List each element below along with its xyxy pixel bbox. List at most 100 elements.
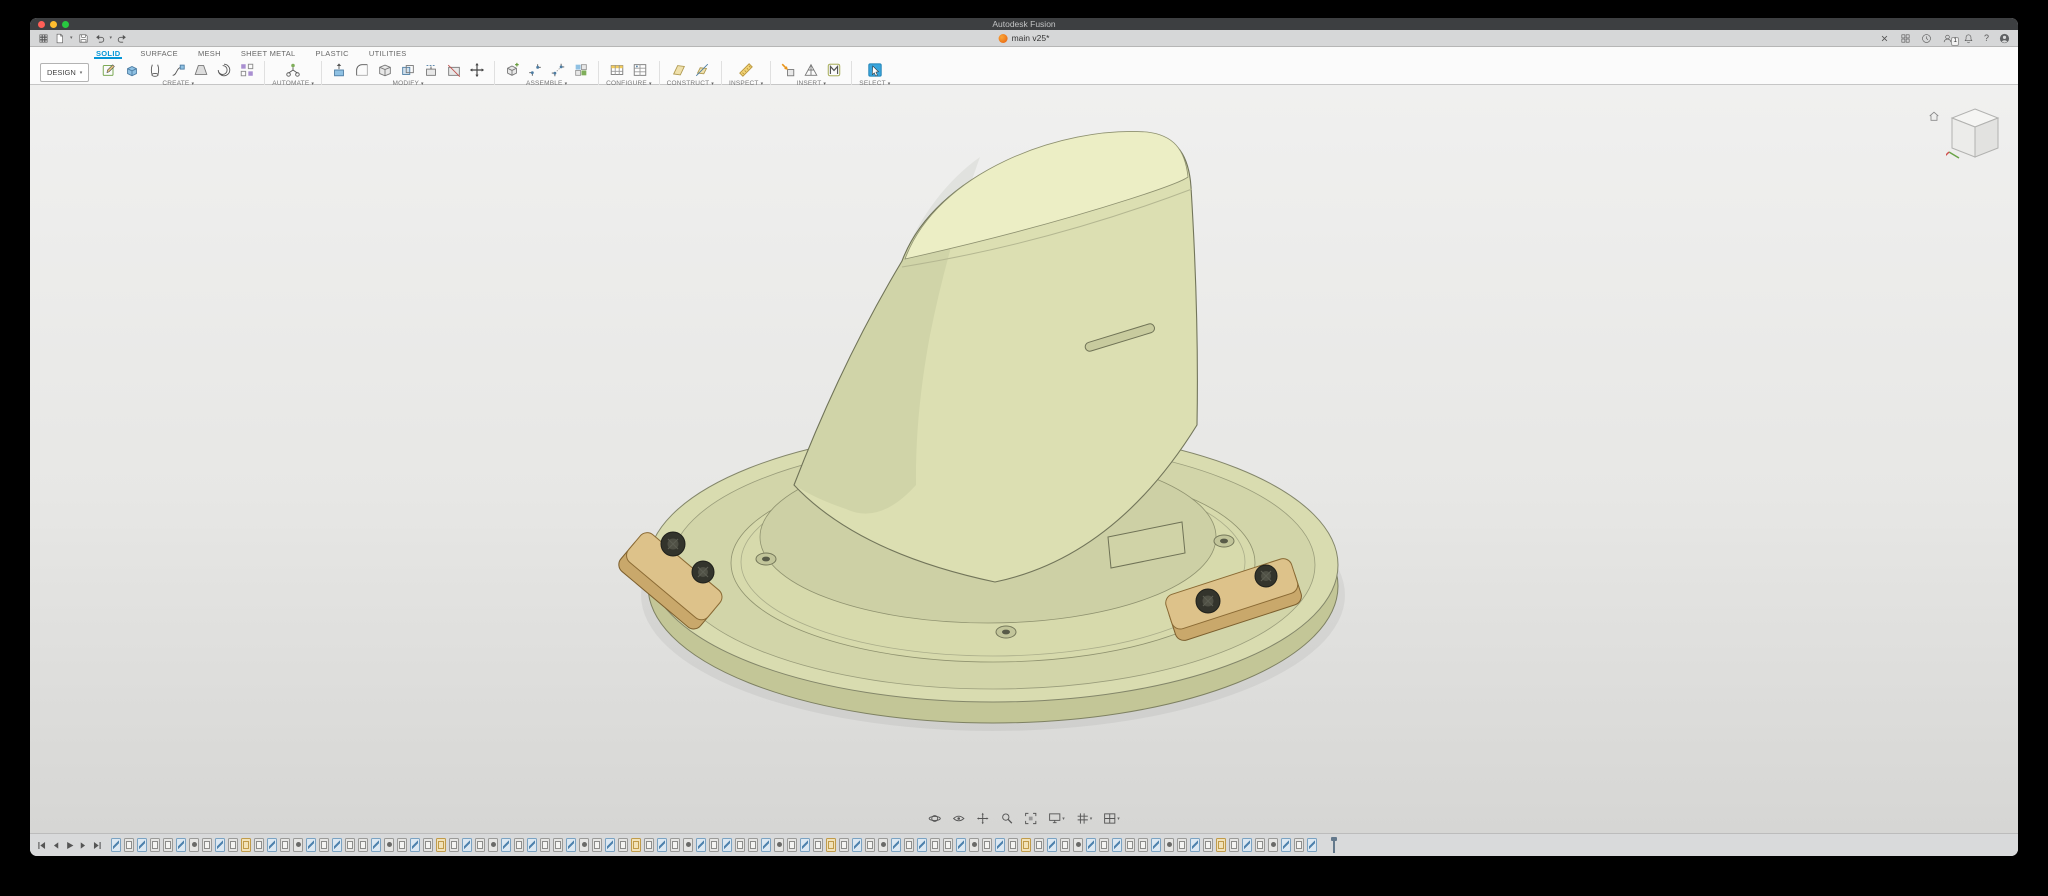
- new-component-button[interactable]: [502, 60, 522, 79]
- home-view-icon[interactable]: [1928, 109, 1940, 121]
- tab-plastic[interactable]: PLASTIC: [314, 48, 351, 59]
- timeline-feature-sketch[interactable]: [995, 838, 1005, 852]
- timeline-feature-feature[interactable]: [449, 838, 459, 852]
- timeline-feature-sketch[interactable]: [111, 838, 121, 852]
- timeline-feature-sketch[interactable]: [566, 838, 576, 852]
- timeline-feature-sketch[interactable]: [605, 838, 615, 852]
- timeline-feature-feature[interactable]: [787, 838, 797, 852]
- timeline-feature-feature[interactable]: [982, 838, 992, 852]
- timeline-feature-sketch[interactable]: [462, 838, 472, 852]
- timeline-feature-joint[interactable]: [631, 838, 641, 852]
- timeline-feature-feature[interactable]: [644, 838, 654, 852]
- timeline-feature-sketch[interactable]: [332, 838, 342, 852]
- timeline-feature-sketch[interactable]: [137, 838, 147, 852]
- timeline-feature-joint[interactable]: [1021, 838, 1031, 852]
- tab-surface[interactable]: SURFACE: [138, 48, 180, 59]
- timeline-feature-feature[interactable]: [618, 838, 628, 852]
- timeline-feature-sketch[interactable]: [891, 838, 901, 852]
- timeline-feature-sketch[interactable]: [956, 838, 966, 852]
- insert-mesh-button[interactable]: [801, 60, 821, 79]
- timeline-feature-hole[interactable]: [189, 838, 199, 852]
- extrude-button[interactable]: [122, 60, 142, 79]
- insert-derive-button[interactable]: [778, 60, 798, 79]
- offset-face-button[interactable]: [421, 60, 441, 79]
- collaborators-button[interactable]: 1: [1942, 33, 1953, 44]
- redo-icon[interactable]: [117, 33, 128, 44]
- timeline-feature-joint[interactable]: [826, 838, 836, 852]
- zoom-button[interactable]: [1000, 812, 1013, 825]
- timeline-feature-feature[interactable]: [592, 838, 602, 852]
- orbit-button[interactable]: [928, 812, 941, 825]
- tab-utilities[interactable]: UTILITIES: [367, 48, 409, 59]
- timeline-feature-feature[interactable]: [540, 838, 550, 852]
- joint-button[interactable]: [525, 60, 545, 79]
- timeline-feature-feature[interactable]: [735, 838, 745, 852]
- timeline-feature-hole[interactable]: [384, 838, 394, 852]
- timeline-feature-feature[interactable]: [1229, 838, 1239, 852]
- data-panel-grid-icon[interactable]: [38, 33, 49, 44]
- timeline-feature-sketch[interactable]: [696, 838, 706, 852]
- shell-button[interactable]: [375, 60, 395, 79]
- timeline-feature-feature[interactable]: [1294, 838, 1304, 852]
- timeline-feature-sketch[interactable]: [1112, 838, 1122, 852]
- timeline-feature-hole[interactable]: [579, 838, 589, 852]
- go-to-start-button[interactable]: [36, 840, 47, 851]
- minimize-window-button[interactable]: [50, 21, 57, 28]
- timeline-feature-feature[interactable]: [1034, 838, 1044, 852]
- close-window-button[interactable]: [38, 21, 45, 28]
- timeline-feature-sketch[interactable]: [1086, 838, 1096, 852]
- timeline-feature-hole[interactable]: [1164, 838, 1174, 852]
- timeline-feature-feature[interactable]: [1203, 838, 1213, 852]
- measure-button[interactable]: [736, 60, 756, 79]
- extensions-button[interactable]: [1900, 33, 1911, 44]
- timeline-feature-feature[interactable]: [345, 838, 355, 852]
- timeline-feature-sketch[interactable]: [501, 838, 511, 852]
- pattern-button[interactable]: [237, 60, 257, 79]
- timeline-feature-sketch[interactable]: [176, 838, 186, 852]
- move-copy-button[interactable]: [467, 60, 487, 79]
- workspace-dropdown[interactable]: DESIGN ▾: [40, 63, 89, 82]
- timeline-feature-hole[interactable]: [1073, 838, 1083, 852]
- timeline-feature-feature[interactable]: [670, 838, 680, 852]
- timeline-feature-sketch[interactable]: [761, 838, 771, 852]
- timeline-feature-feature[interactable]: [709, 838, 719, 852]
- timeline-feature-feature[interactable]: [254, 838, 264, 852]
- coil-button[interactable]: [214, 60, 234, 79]
- timeline-feature-feature[interactable]: [150, 838, 160, 852]
- timeline-feature-hole[interactable]: [1268, 838, 1278, 852]
- grid-and-snaps-button[interactable]: ▾: [1076, 812, 1093, 825]
- tab-solid[interactable]: SOLID: [94, 48, 122, 59]
- timeline-feature-sketch[interactable]: [267, 838, 277, 852]
- timeline-feature-sketch[interactable]: [852, 838, 862, 852]
- timeline-feature-sketch[interactable]: [1190, 838, 1200, 852]
- timeline-feature-sketch[interactable]: [306, 838, 316, 852]
- file-menu-icon[interactable]: [54, 33, 65, 44]
- timeline-feature-feature[interactable]: [930, 838, 940, 852]
- timeline-feature-feature[interactable]: [124, 838, 134, 852]
- timeline-feature-sketch[interactable]: [410, 838, 420, 852]
- construction-axis-button[interactable]: [692, 60, 712, 79]
- timeline-feature-hole[interactable]: [488, 838, 498, 852]
- timeline-feature-feature[interactable]: [397, 838, 407, 852]
- timeline-feature-sketch[interactable]: [1281, 838, 1291, 852]
- save-icon[interactable]: [78, 33, 89, 44]
- undo-icon[interactable]: [94, 33, 105, 44]
- fit-button[interactable]: [1024, 812, 1037, 825]
- timeline-feature-feature[interactable]: [943, 838, 953, 852]
- timeline-feature-feature[interactable]: [553, 838, 563, 852]
- timeline-feature-feature[interactable]: [358, 838, 368, 852]
- insert-mcmaster-button[interactable]: [824, 60, 844, 79]
- fullscreen-window-button[interactable]: [62, 21, 69, 28]
- job-status-button[interactable]: [1921, 33, 1932, 44]
- timeline-feature-feature[interactable]: [839, 838, 849, 852]
- timeline-feature-feature[interactable]: [904, 838, 914, 852]
- construction-plane-button[interactable]: [669, 60, 689, 79]
- step-back-button[interactable]: [50, 840, 61, 851]
- timeline-feature-feature[interactable]: [1099, 838, 1109, 852]
- revolve-button[interactable]: [145, 60, 165, 79]
- timeline-feature-hole[interactable]: [878, 838, 888, 852]
- account-button[interactable]: [1999, 33, 2010, 44]
- step-forward-button[interactable]: [78, 840, 89, 851]
- timeline-feature-feature[interactable]: [319, 838, 329, 852]
- timeline-feature-sketch[interactable]: [800, 838, 810, 852]
